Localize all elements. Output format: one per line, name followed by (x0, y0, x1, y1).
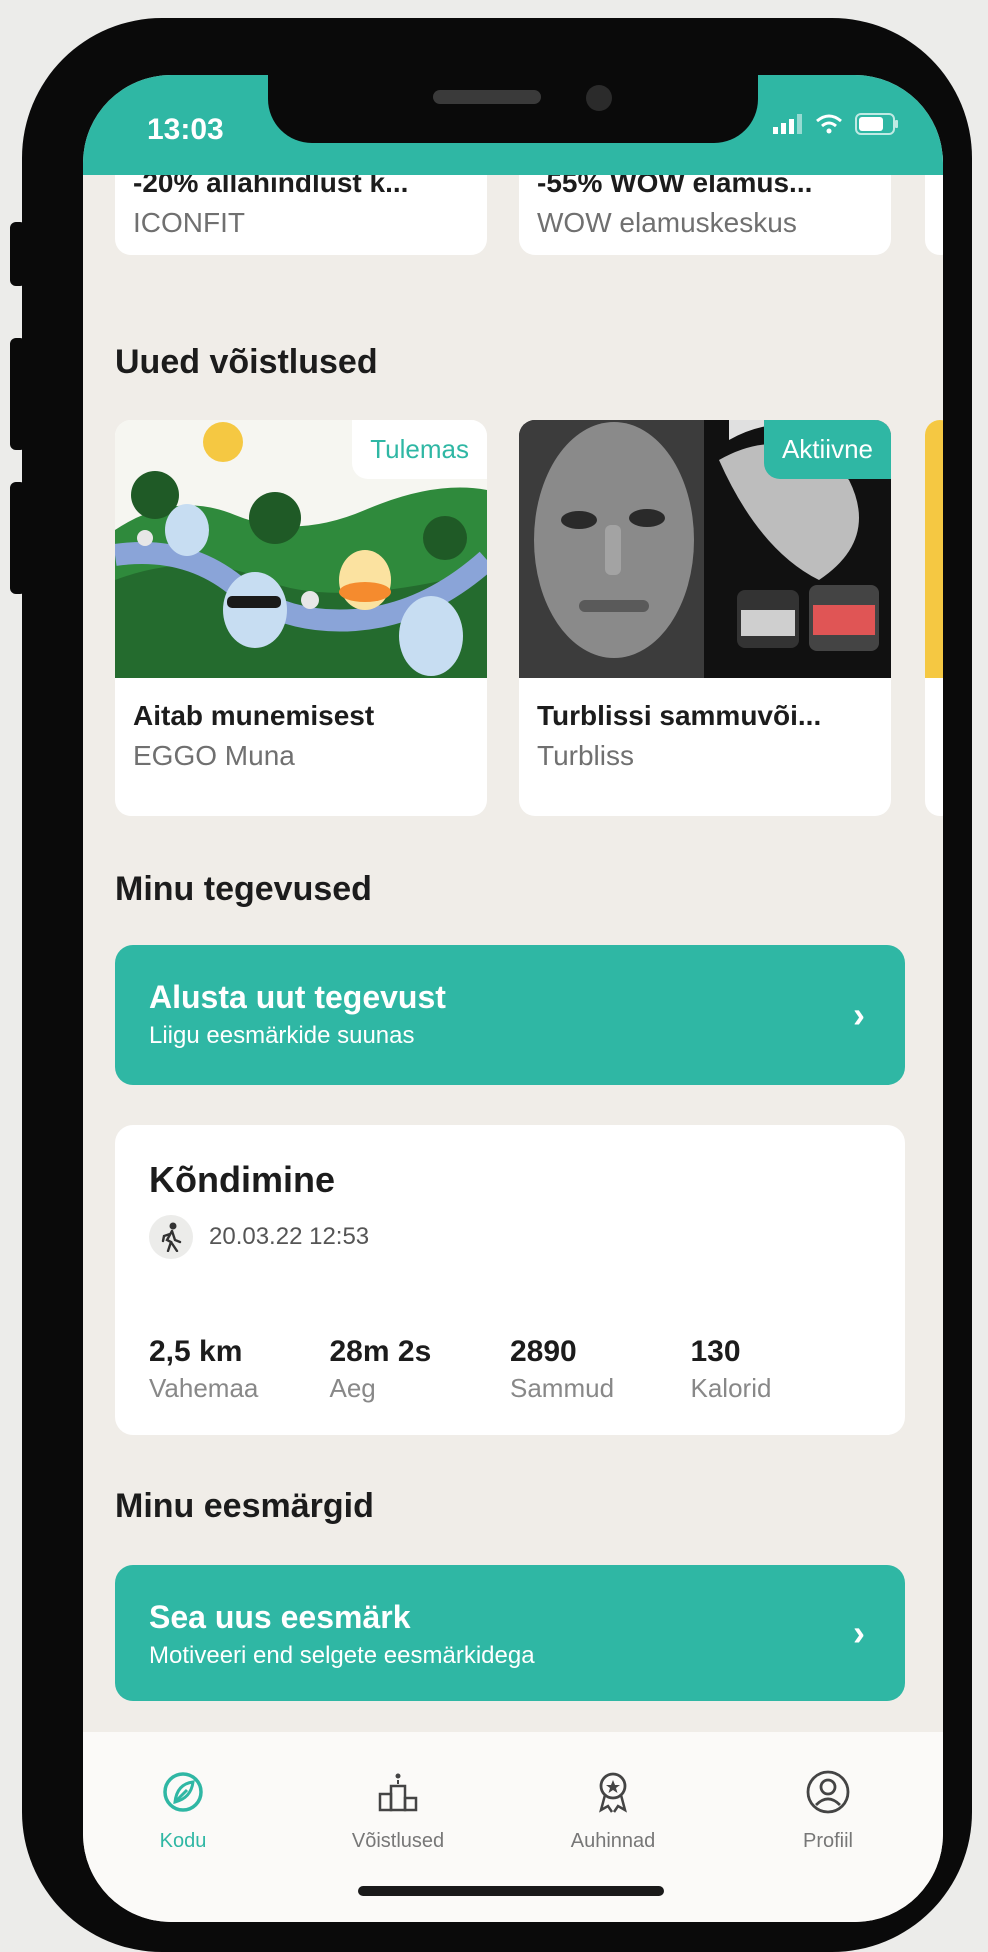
activity-title: Kõndimine (149, 1159, 335, 1200)
volume-up-button (10, 338, 26, 450)
bottom-navigation: Kodu Võistlused Auhinnad Profiil (83, 1732, 943, 1922)
profile-icon (728, 1764, 928, 1820)
competition-brand: Turbliss (537, 740, 634, 771)
competition-image: Aktiivne (519, 420, 891, 678)
competition-card[interactable]: Tulemas Aitab munemisest EGGO Muna (115, 420, 487, 816)
status-badge: Aktiivne (763, 420, 891, 479)
offer-brand: WOW elamuskeskus (537, 207, 797, 238)
volume-down-button (10, 482, 26, 594)
stat-value: 2,5 km (149, 1335, 243, 1368)
home-indicator (358, 1886, 664, 1896)
nav-label: Võistlused (351, 1830, 445, 1852)
competition-title: Turblissi sammuvõi... (537, 700, 822, 731)
section-title-activities: Minu tegevused (115, 870, 372, 908)
cta-title: Sea uus eesmärk (149, 1599, 411, 1635)
stat-value: 2890 (510, 1335, 577, 1368)
nav-item-awards[interactable]: Auhinnad (513, 1764, 713, 1853)
section-title-goals: Minu eesmärgid (115, 1487, 374, 1525)
signal-icon (773, 114, 802, 134)
stat-distance: 2,5 km Vahemaa (149, 1335, 330, 1404)
stat-value: 28m 2s (329, 1335, 432, 1368)
start-activity-button[interactable]: Alusta uut tegevust Liigu eesmärkide suu… (115, 945, 905, 1085)
cta-title: Alusta uut tegevust (149, 979, 446, 1015)
stat-time: 28m 2s Aeg (330, 1335, 511, 1404)
stat-steps: 2890 Sammud (510, 1335, 691, 1404)
mute-switch (10, 222, 26, 286)
award-icon (513, 1764, 713, 1820)
chevron-right-icon: › (853, 994, 865, 1035)
new-goal-button[interactable]: Sea uus eesmärk Motiveeri end selgete ee… (115, 1565, 905, 1701)
activity-stats: 2,5 km Vahemaa 28m 2s Aeg 2890 Sammud 13… (149, 1335, 871, 1404)
battery-icon (855, 113, 898, 135)
stat-label: Aeg (329, 1373, 376, 1403)
competition-image: Tulemas (115, 420, 487, 678)
status-badge: Tulemas (352, 420, 487, 479)
notch (268, 75, 758, 143)
nav-item-profile[interactable]: Profiil (728, 1764, 928, 1853)
cta-subtitle: Liigu eesmärkide suunas (149, 1022, 415, 1049)
competition-title: Aitab munemisest (133, 700, 375, 731)
stat-label: Vahemaa (149, 1373, 259, 1403)
cta-subtitle: Motiveeri end selgete eesmärkidega (149, 1642, 535, 1669)
walking-icon (149, 1215, 193, 1259)
nav-item-competitions[interactable]: Võistlused (298, 1764, 498, 1853)
competition-brand: EGGO Muna (133, 740, 295, 771)
status-time: 13:03 (147, 113, 224, 146)
activity-date: 20.03.22 12:53 (209, 1223, 370, 1250)
stat-calories: 130 Kalorid (691, 1335, 872, 1404)
activity-card[interactable]: Kõndimine 20.03.22 12:53 2,5 km Vahemaa … (115, 1125, 905, 1435)
home-leaf-icon (83, 1764, 283, 1820)
competition-card-peek[interactable] (925, 420, 943, 816)
podium-icon (298, 1764, 498, 1820)
camera (586, 85, 612, 111)
competition-card[interactable]: Aktiivne Turblissi sammuvõi... Turbliss (519, 420, 891, 816)
status-icons (773, 113, 899, 135)
status-bar: 13:03 (83, 75, 943, 175)
stat-label: Sammud (510, 1373, 615, 1403)
wifi-icon (816, 114, 842, 134)
speaker (433, 90, 541, 104)
offer-brand: ICONFIT (133, 207, 245, 238)
chevron-right-icon: › (853, 1612, 865, 1653)
stat-value: 130 (690, 1335, 741, 1368)
section-title-competitions: Uued võistlused (115, 343, 378, 381)
nav-label: Profiil (802, 1830, 853, 1852)
nav-label: Kodu (159, 1830, 207, 1852)
nav-item-home[interactable]: Kodu (83, 1764, 283, 1853)
app-screen: -20% allahindlust k... ICONFIT -55% WOW … (83, 75, 943, 1922)
stat-label: Kalorid (690, 1373, 772, 1403)
nav-label: Auhinnad (570, 1830, 656, 1852)
